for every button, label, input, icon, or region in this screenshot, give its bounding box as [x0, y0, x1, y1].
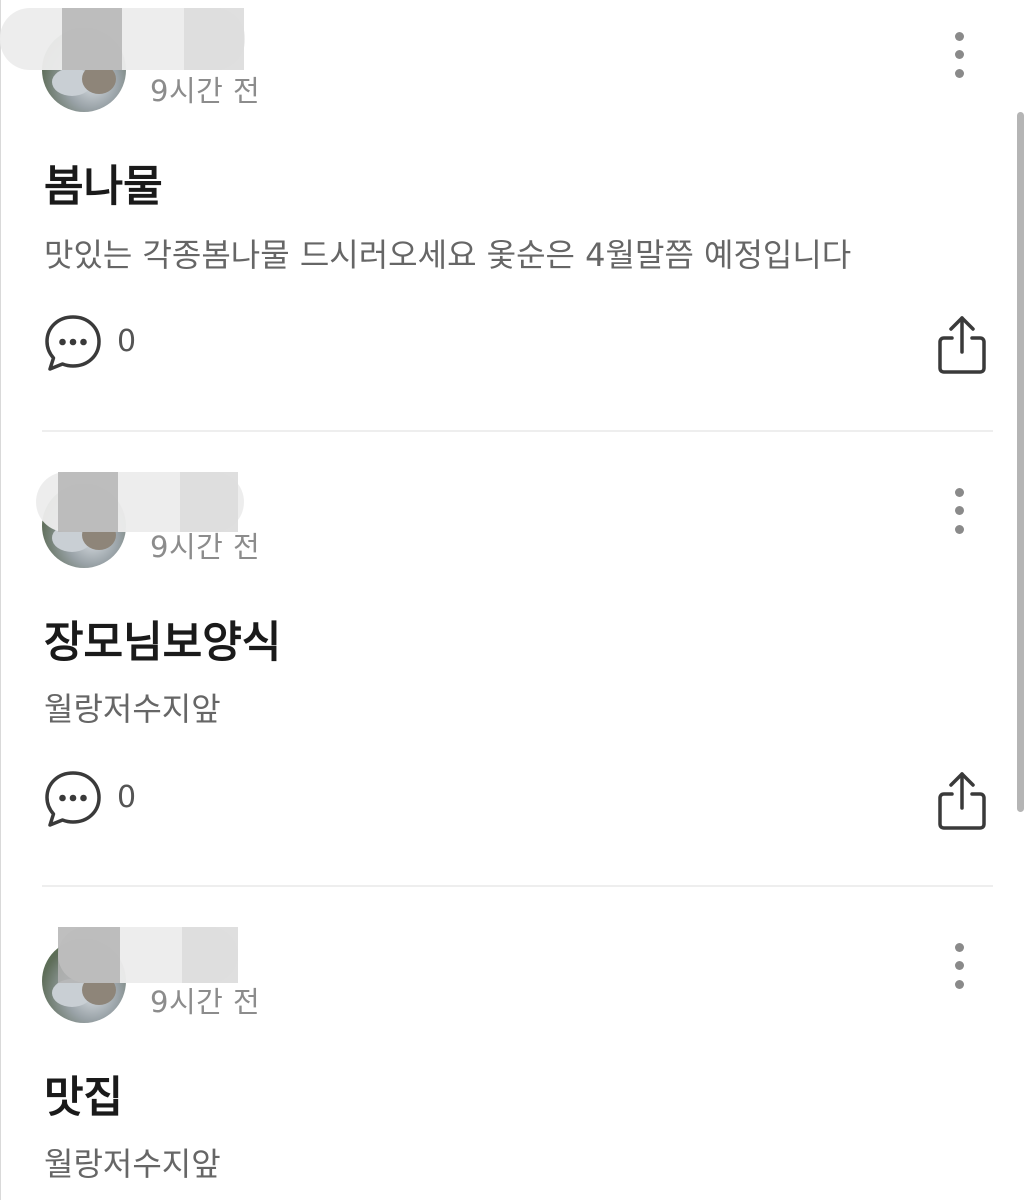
more-vertical-icon: [955, 488, 964, 497]
post-title[interactable]: 맛집: [44, 1063, 123, 1125]
share-icon: [938, 772, 986, 830]
post-title[interactable]: 장모님보양식: [44, 608, 281, 670]
more-vertical-icon: [955, 32, 964, 41]
post-card[interactable]: 9시간 전 봄나물 맛있는 각종봄나물 드시러오세요 옻순은 4월말쯤 예정입니…: [0, 0, 1035, 432]
post-feed: 9시간 전 봄나물 맛있는 각종봄나물 드시러오세요 옻순은 4월말쯤 예정입니…: [0, 0, 1035, 1200]
redacted-author-name: [36, 472, 244, 532]
redacted-author-name: [58, 927, 238, 983]
comment-icon: [45, 771, 101, 827]
scrollbar[interactable]: [1017, 112, 1024, 812]
post-title[interactable]: 봄나물: [44, 152, 163, 214]
comment-icon: [45, 315, 101, 371]
post-body[interactable]: 월랑저수지앞: [44, 684, 221, 730]
post-timestamp: 9시간 전: [150, 985, 261, 1019]
post-timestamp: 9시간 전: [150, 74, 261, 108]
share-icon: [938, 316, 986, 374]
comment-count: 0: [117, 780, 137, 815]
more-options-button[interactable]: [942, 924, 982, 994]
post-body[interactable]: 월랑저수지앞: [44, 1139, 221, 1185]
comment-button[interactable]: 0: [44, 314, 184, 374]
share-button[interactable]: [934, 770, 990, 832]
post-header: 9시간 전: [0, 8, 982, 118]
post-header: 9시간 전: [42, 927, 982, 1029]
comment-count: 0: [117, 324, 137, 359]
post-card[interactable]: 9시간 전 장모님보양식 월랑저수지앞 0: [0, 432, 1035, 887]
redacted-author-name: [0, 8, 245, 70]
post-card[interactable]: 9시간 전 맛집 월랑저수지앞: [0, 887, 1035, 1200]
comment-button[interactable]: 0: [44, 770, 184, 830]
post-header: 9시간 전: [36, 472, 982, 574]
share-button[interactable]: [934, 314, 990, 376]
more-options-button[interactable]: [942, 469, 982, 539]
more-options-button[interactable]: [942, 13, 982, 83]
post-timestamp: 9시간 전: [150, 530, 261, 564]
more-vertical-icon: [955, 943, 964, 952]
post-body[interactable]: 맛있는 각종봄나물 드시러오세요 옻순은 4월말쯤 예정입니다: [44, 230, 851, 276]
